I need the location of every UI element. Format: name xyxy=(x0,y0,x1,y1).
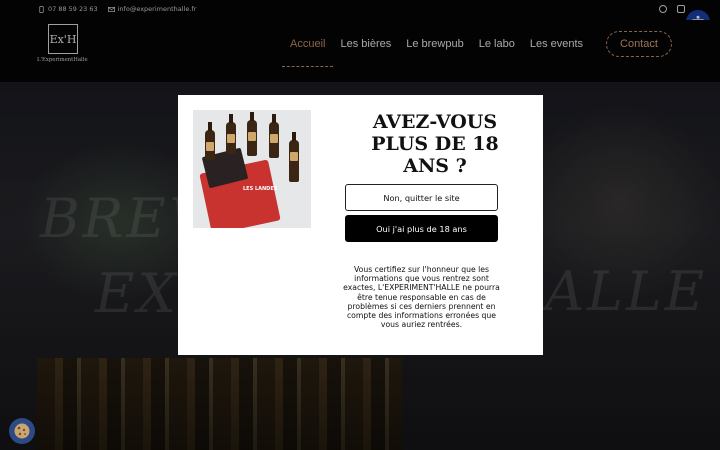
bottle xyxy=(247,112,257,156)
age-verification-dialog: LES LANDES AVEZ-VOUS PLUS DE 18 ANS ? No… xyxy=(178,95,543,355)
cookie-settings-button[interactable] xyxy=(9,418,35,444)
cookie-icon xyxy=(14,423,30,439)
bottle xyxy=(289,132,299,182)
heading-line: ANS ? xyxy=(403,155,467,177)
heading-line: AVEZ-VOUS xyxy=(372,111,498,133)
quit-site-button[interactable]: Non, quitter le site xyxy=(345,184,498,211)
bottle xyxy=(205,122,215,160)
age-question-heading: AVEZ-VOUS PLUS DE 18 ANS ? xyxy=(345,111,525,177)
confirm-age-button[interactable]: Oui j'ai plus de 18 ans xyxy=(345,215,498,242)
product-image: LES LANDES xyxy=(193,110,311,228)
disclaimer-text: Vous certifiez sur l'honneur que les inf… xyxy=(343,265,500,330)
heading-line: PLUS DE 18 xyxy=(371,133,499,155)
bottle xyxy=(226,114,236,154)
bottle xyxy=(269,114,279,158)
brand-label: LES LANDES xyxy=(243,186,278,192)
